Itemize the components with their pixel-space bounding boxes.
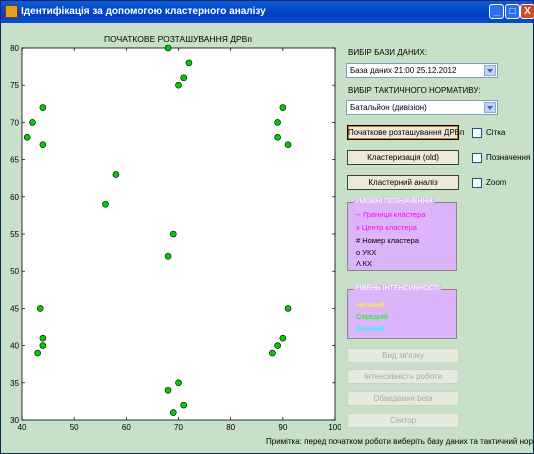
db-select-value: База даних 21:00 25.12.2012 bbox=[350, 66, 457, 75]
data-point bbox=[39, 104, 47, 111]
legend-item: x Центр кластера bbox=[356, 223, 417, 232]
intensity-panel-title: РІВЕНЬ ІНТЕНСИВНОСТІ bbox=[354, 285, 441, 292]
cluster-analysis-button[interactable]: Кластерний аналіз bbox=[347, 175, 459, 190]
legend-item: # Номер кластера bbox=[356, 236, 419, 245]
data-point bbox=[284, 141, 292, 149]
data-point bbox=[164, 253, 172, 260]
y-tick-label: 65 bbox=[10, 156, 19, 165]
sector-button[interactable]: Сектор bbox=[347, 413, 459, 428]
x-tick-label: 50 bbox=[70, 423, 79, 432]
y-tick-label: 75 bbox=[10, 81, 19, 90]
labels-checkbox-label: Позначення bbox=[486, 153, 531, 162]
norm-select-value: Батальйон (дивізіон) bbox=[350, 103, 427, 112]
legend-panel: УМОВНІ ПОЗНАЧЕННЯ -- Границя кластера x … bbox=[347, 198, 457, 271]
data-point bbox=[284, 305, 292, 312]
data-point bbox=[274, 133, 281, 141]
chevron-down-icon[interactable] bbox=[484, 65, 496, 76]
db-select[interactable]: База даних 21:00 25.12.2012 bbox=[346, 63, 498, 78]
data-point bbox=[180, 401, 188, 409]
data-point bbox=[180, 74, 188, 82]
data-point bbox=[39, 342, 47, 349]
window-title: Ідентифікація за допомогою кластерного а… bbox=[21, 6, 266, 17]
x-tick-label: 70 bbox=[174, 423, 183, 432]
zoom-checkbox-label: Zoom bbox=[486, 178, 507, 187]
note-text: Примітка: перед початком роботи виберіть… bbox=[266, 437, 534, 446]
y-tick-label: 55 bbox=[10, 230, 19, 239]
intensity-high: Високий bbox=[356, 324, 385, 333]
matlab-app-icon bbox=[5, 5, 18, 18]
data-point bbox=[175, 379, 182, 387]
chart-title: ПОЧАТКОВЕ РОЗТАШУВАННЯ ДРВп bbox=[104, 34, 252, 44]
intensity-panel: РІВЕНЬ ІНТЕНСИВНОСТІ Низький Середній Ви… bbox=[347, 285, 457, 339]
data-point bbox=[34, 349, 41, 357]
plot-area bbox=[21, 47, 336, 421]
y-tick-label: 40 bbox=[10, 342, 19, 351]
main-window: Ідентифікація за допомогою кластерного а… bbox=[0, 0, 534, 454]
link-type-button[interactable]: Вид зв'язку bbox=[347, 348, 459, 363]
chevron-down-icon[interactable] bbox=[484, 102, 496, 113]
data-point bbox=[164, 386, 172, 394]
legend-item: -- Границя кластера bbox=[356, 210, 426, 219]
beta-button[interactable]: Обведення beta bbox=[347, 391, 459, 406]
y-tick-label: 35 bbox=[10, 379, 19, 388]
norm-select[interactable]: Батальйон (дивізіон) bbox=[346, 100, 498, 115]
data-point bbox=[112, 171, 120, 178]
data-point bbox=[274, 342, 281, 349]
grid-checkbox-box[interactable] bbox=[472, 128, 482, 138]
data-point bbox=[39, 141, 47, 149]
data-point bbox=[169, 230, 177, 238]
x-tick-label: 60 bbox=[122, 423, 131, 432]
scatter-chart: ПОЧАТКОВЕ РОЗТАШУВАННЯ ДРВп 40 50 60 70 80 90… bbox=[10, 34, 341, 432]
x-tick-label: 80 bbox=[226, 423, 235, 432]
title-bar: Ідентифікація за допомогою кластерного а… bbox=[1, 1, 534, 23]
db-label: ВИБІР БАЗИ ДАНИХ: bbox=[348, 48, 428, 57]
data-point bbox=[175, 81, 182, 89]
y-tick-label: 60 bbox=[10, 193, 19, 202]
norm-label: ВИБІР ТАКТИЧНОГО НОРМАТИВУ: bbox=[348, 86, 481, 95]
legend-item: o УКХ bbox=[356, 248, 377, 257]
data-point bbox=[23, 133, 31, 141]
data-point bbox=[102, 200, 109, 208]
data-point bbox=[185, 59, 193, 67]
intensity-button[interactable]: Інтенсивність роботи bbox=[347, 369, 459, 384]
data-point bbox=[279, 104, 287, 111]
y-tick-label: 80 bbox=[10, 44, 19, 53]
legend-item: Λ КХ bbox=[356, 259, 373, 268]
intensity-medium: Середній bbox=[356, 312, 389, 321]
minimize-button[interactable]: _ bbox=[489, 4, 504, 19]
data-point bbox=[279, 334, 287, 342]
labels-checkbox-box[interactable] bbox=[472, 153, 482, 163]
data-point bbox=[29, 119, 36, 126]
y-tick-label: 50 bbox=[10, 267, 19, 276]
data-point bbox=[169, 409, 177, 416]
maximize-button[interactable]: □ bbox=[505, 4, 520, 19]
clustering-button[interactable]: Кластеризація (old) bbox=[347, 150, 459, 165]
x-tick-label: 90 bbox=[278, 423, 287, 432]
data-point bbox=[36, 305, 44, 312]
data-point bbox=[164, 44, 172, 52]
y-tick-label: 45 bbox=[10, 304, 19, 313]
y-tick-label: 30 bbox=[10, 416, 19, 425]
initial-position-button[interactable]: Початкове розташування ДРВп bbox=[347, 125, 464, 140]
data-point bbox=[39, 334, 47, 342]
y-tick-label: 70 bbox=[10, 118, 19, 127]
grid-checkbox-label: Сітка bbox=[486, 128, 506, 137]
x-tick-label: 100 bbox=[328, 423, 341, 432]
data-point bbox=[269, 349, 276, 357]
data-point bbox=[274, 119, 281, 126]
close-button[interactable]: X bbox=[520, 4, 534, 19]
zoom-checkbox-box[interactable] bbox=[472, 178, 482, 188]
intensity-low: Низький bbox=[356, 300, 385, 309]
legend-panel-title: УМОВНІ ПОЗНАЧЕННЯ bbox=[354, 198, 434, 205]
